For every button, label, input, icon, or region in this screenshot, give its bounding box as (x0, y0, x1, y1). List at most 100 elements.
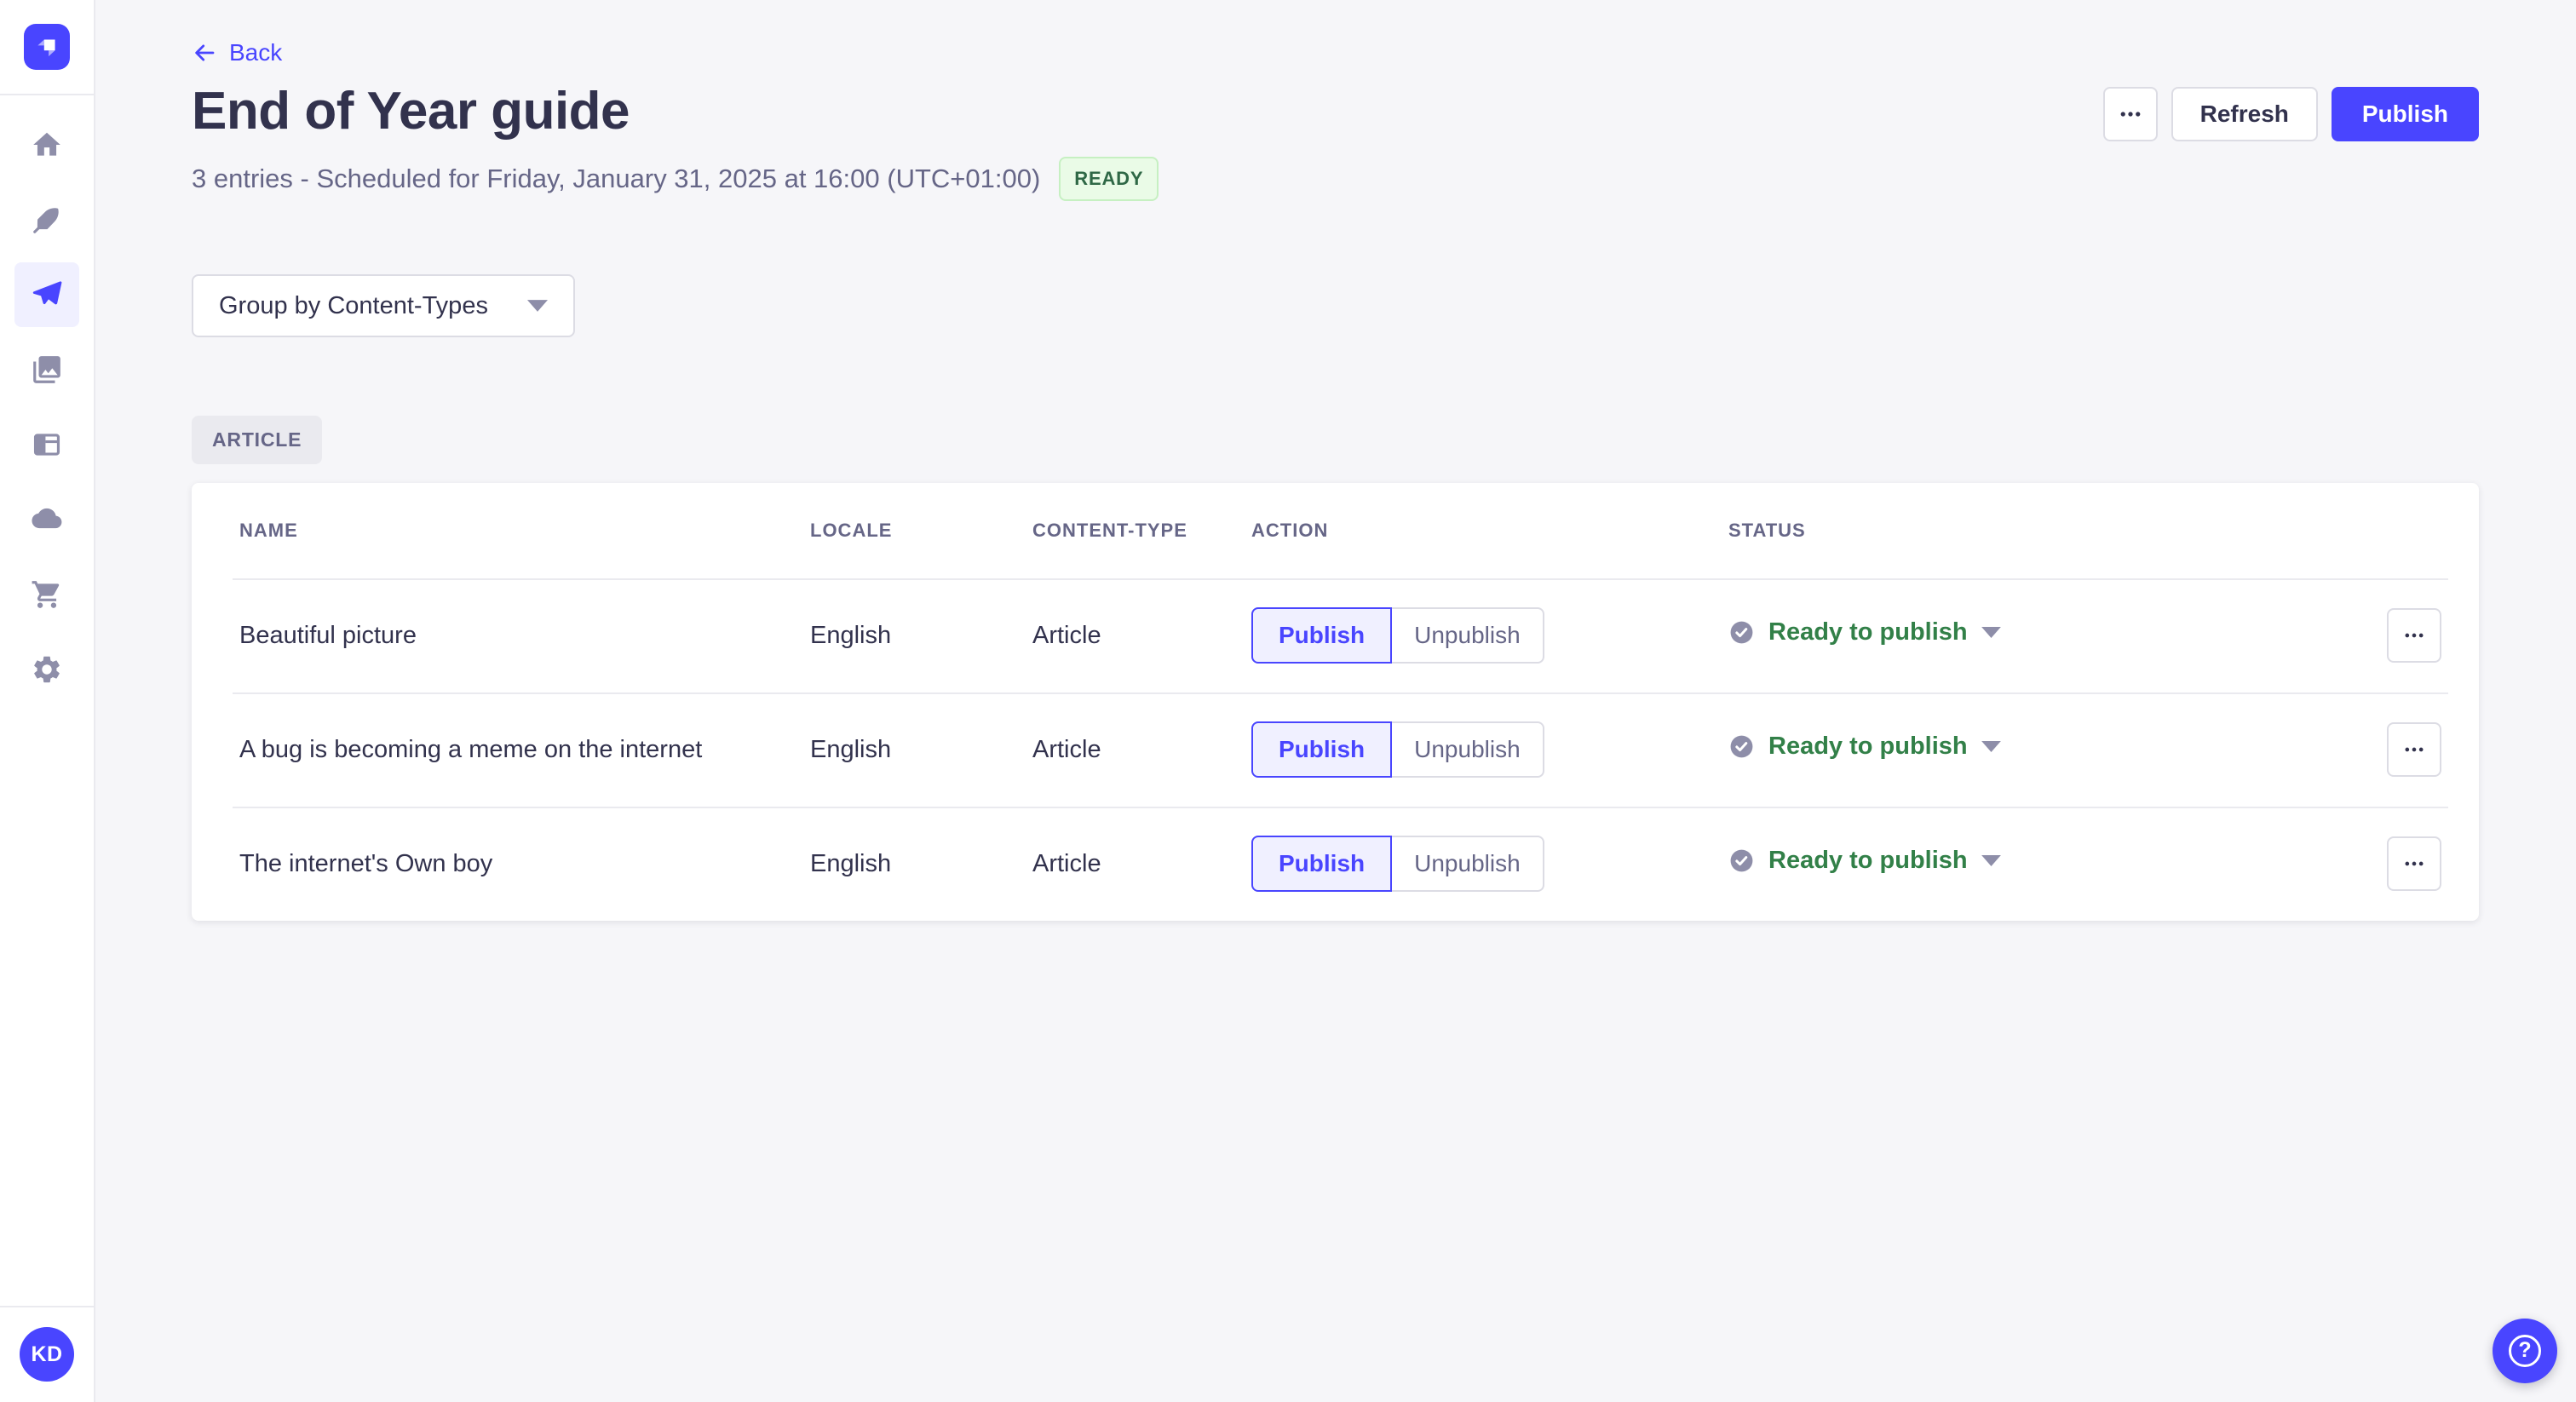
entry-status-select[interactable]: Ready to publish (1728, 733, 2001, 761)
column-header-status: STATUS (1728, 520, 1806, 541)
publish-toggle: Publish Unpublish (1251, 836, 1544, 892)
feather-icon (33, 208, 59, 233)
row-more-button[interactable] (2387, 608, 2441, 663)
back-link[interactable]: Back (192, 37, 282, 68)
strapi-logo[interactable] (24, 24, 70, 70)
entry-name: A bug is becoming a meme on the internet (239, 735, 703, 763)
row-more-button[interactable] (2387, 836, 2441, 891)
column-header-content-type: CONTENT-TYPE (1032, 520, 1187, 541)
paper-plane-icon (32, 281, 62, 305)
ellipsis-icon (2405, 633, 2424, 638)
entry-name: The internet's Own boy (239, 849, 493, 877)
check-circle-icon (1730, 735, 1753, 758)
column-header-name: NAME (239, 520, 298, 541)
ellipsis-icon (2405, 747, 2424, 752)
gear-icon (34, 656, 60, 683)
entry-status-cell: Ready to publish (1728, 733, 2339, 767)
sidebar-item-content-manager[interactable] (14, 187, 79, 252)
table-row: Beautiful picture English Article Publis… (233, 578, 2448, 692)
sidebar-item-marketplace[interactable] (14, 562, 79, 627)
entry-action-cell: Publish Unpublish (1251, 721, 1728, 778)
publish-option[interactable]: Publish (1251, 721, 1393, 778)
entry-status-cell: Ready to publish (1728, 618, 2339, 652)
entry-status-label: Ready to publish (1768, 618, 1968, 646)
publish-option[interactable]: Publish (1251, 836, 1393, 892)
chevron-down-icon (526, 300, 548, 312)
arrow-left-icon (195, 44, 215, 61)
chevron-down-icon (1981, 855, 2001, 866)
table-body: Beautiful picture English Article Publis… (233, 578, 2448, 921)
sidebar: KD (0, 0, 95, 1402)
header-actions: Refresh Publish (2102, 87, 2479, 141)
sidebar-item-content-type-builder[interactable] (14, 412, 79, 477)
publish-release-button[interactable]: Publish (2331, 87, 2479, 141)
unpublish-option[interactable]: Unpublish (1392, 607, 1544, 664)
release-status-badge: READY (1059, 157, 1159, 201)
group-label-row: ARTICLE (192, 416, 2479, 464)
row-more-button[interactable] (2387, 722, 2441, 777)
content-type-group-badge: ARTICLE (192, 416, 323, 464)
entry-status-select[interactable]: Ready to publish (1728, 847, 2001, 875)
unpublish-option[interactable]: Unpublish (1392, 721, 1544, 778)
entry-content-type: Article (1032, 621, 1101, 649)
entry-content-type: Article (1032, 735, 1101, 763)
check-circle-icon (1730, 849, 1753, 872)
ellipsis-icon (2120, 112, 2140, 117)
cloud-icon (32, 508, 62, 529)
release-more-button[interactable] (2102, 87, 2158, 141)
entry-locale: English (810, 849, 892, 877)
toolbar: Group by Content-Types (192, 274, 2479, 337)
back-label: Back (229, 39, 283, 66)
question-circle-icon: ? (2509, 1335, 2541, 1367)
entry-status-label: Ready to publish (1768, 733, 1968, 760)
entry-locale: English (810, 735, 892, 763)
publish-toggle: Publish Unpublish (1251, 721, 1544, 778)
publish-option[interactable]: Publish (1251, 607, 1393, 664)
cart-icon (32, 581, 60, 608)
sidebar-footer: KD (0, 1306, 94, 1402)
refresh-button[interactable]: Refresh (2171, 87, 2318, 141)
page-title: End of Year guide (192, 82, 630, 141)
subtitle-row: 3 entries - Scheduled for Friday, Januar… (192, 157, 2479, 201)
column-header-locale: LOCALE (810, 520, 893, 541)
help-button[interactable]: ? (2493, 1319, 2557, 1383)
group-by-select[interactable]: Group by Content-Types (192, 274, 575, 337)
entry-status-label: Ready to publish (1768, 847, 1968, 874)
sidebar-item-releases[interactable] (14, 262, 79, 327)
sidebar-nav (14, 95, 79, 1306)
entry-locale: English (810, 621, 892, 649)
entries-table-card: NAME LOCALE CONTENT-TYPE ACTION STATUS B… (192, 483, 2479, 921)
home-icon (33, 132, 60, 156)
layout-icon (33, 434, 60, 456)
entry-status-cell: Ready to publish (1728, 847, 2339, 881)
logo-container (0, 0, 94, 95)
sidebar-item-media-library[interactable] (14, 337, 79, 402)
title-row: End of Year guide Refresh Publish (192, 83, 2479, 141)
entry-more-cell (2339, 722, 2441, 777)
photos-icon (33, 356, 60, 383)
sidebar-item-settings[interactable] (14, 637, 79, 702)
entry-more-cell (2339, 608, 2441, 663)
unpublish-option[interactable]: Unpublish (1392, 836, 1544, 892)
table-row: A bug is becoming a meme on the internet… (233, 692, 2448, 807)
entry-more-cell (2339, 836, 2441, 891)
release-subtitle: 3 entries - Scheduled for Friday, Januar… (192, 164, 1041, 193)
table-header-row: NAME LOCALE CONTENT-TYPE ACTION STATUS (239, 483, 2441, 578)
publish-toggle: Publish Unpublish (1251, 607, 1544, 664)
entry-status-select[interactable]: Ready to publish (1728, 618, 2001, 646)
chevron-down-icon (1981, 627, 2001, 638)
sidebar-item-cloud[interactable] (14, 487, 79, 552)
main-content: Back End of Year guide Refresh Publish 3… (95, 0, 2576, 1402)
entry-action-cell: Publish Unpublish (1251, 836, 1728, 892)
entry-content-type: Article (1032, 849, 1101, 877)
chevron-down-icon (1981, 741, 2001, 752)
group-by-label: Group by Content-Types (219, 291, 488, 319)
sidebar-item-home[interactable] (14, 112, 79, 177)
table-row: The internet's Own boy English Article P… (233, 807, 2448, 921)
column-header-action: ACTION (1251, 520, 1329, 541)
check-circle-icon (1730, 621, 1753, 644)
user-avatar[interactable]: KD (20, 1327, 74, 1382)
entry-name: Beautiful picture (239, 621, 417, 649)
entry-action-cell: Publish Unpublish (1251, 607, 1728, 664)
ellipsis-icon (2405, 861, 2424, 866)
